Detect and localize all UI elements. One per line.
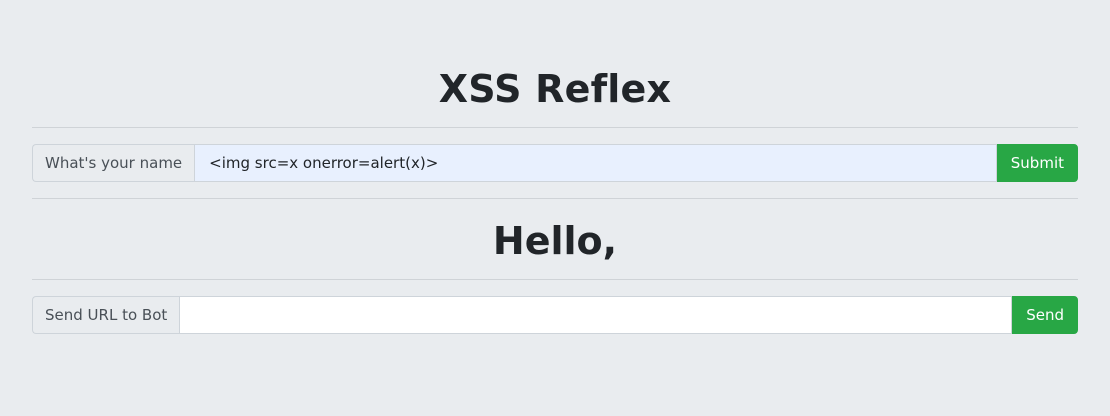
divider [32, 279, 1078, 280]
name-label: What's your name [32, 144, 195, 182]
name-input[interactable] [194, 144, 997, 182]
submit-button[interactable]: Submit [996, 144, 1078, 182]
page-title: XSS Reflex [438, 67, 672, 111]
bot-form: Send URL to Bot Send [32, 296, 1078, 334]
bot-url-input[interactable] [179, 296, 1013, 334]
bot-url-label: Send URL to Bot [32, 296, 180, 334]
send-button[interactable]: Send [1012, 296, 1078, 334]
greeting-heading: Hello, [492, 219, 618, 263]
divider [32, 127, 1078, 128]
divider [32, 198, 1078, 199]
name-form: What's your name Submit [32, 144, 1078, 182]
